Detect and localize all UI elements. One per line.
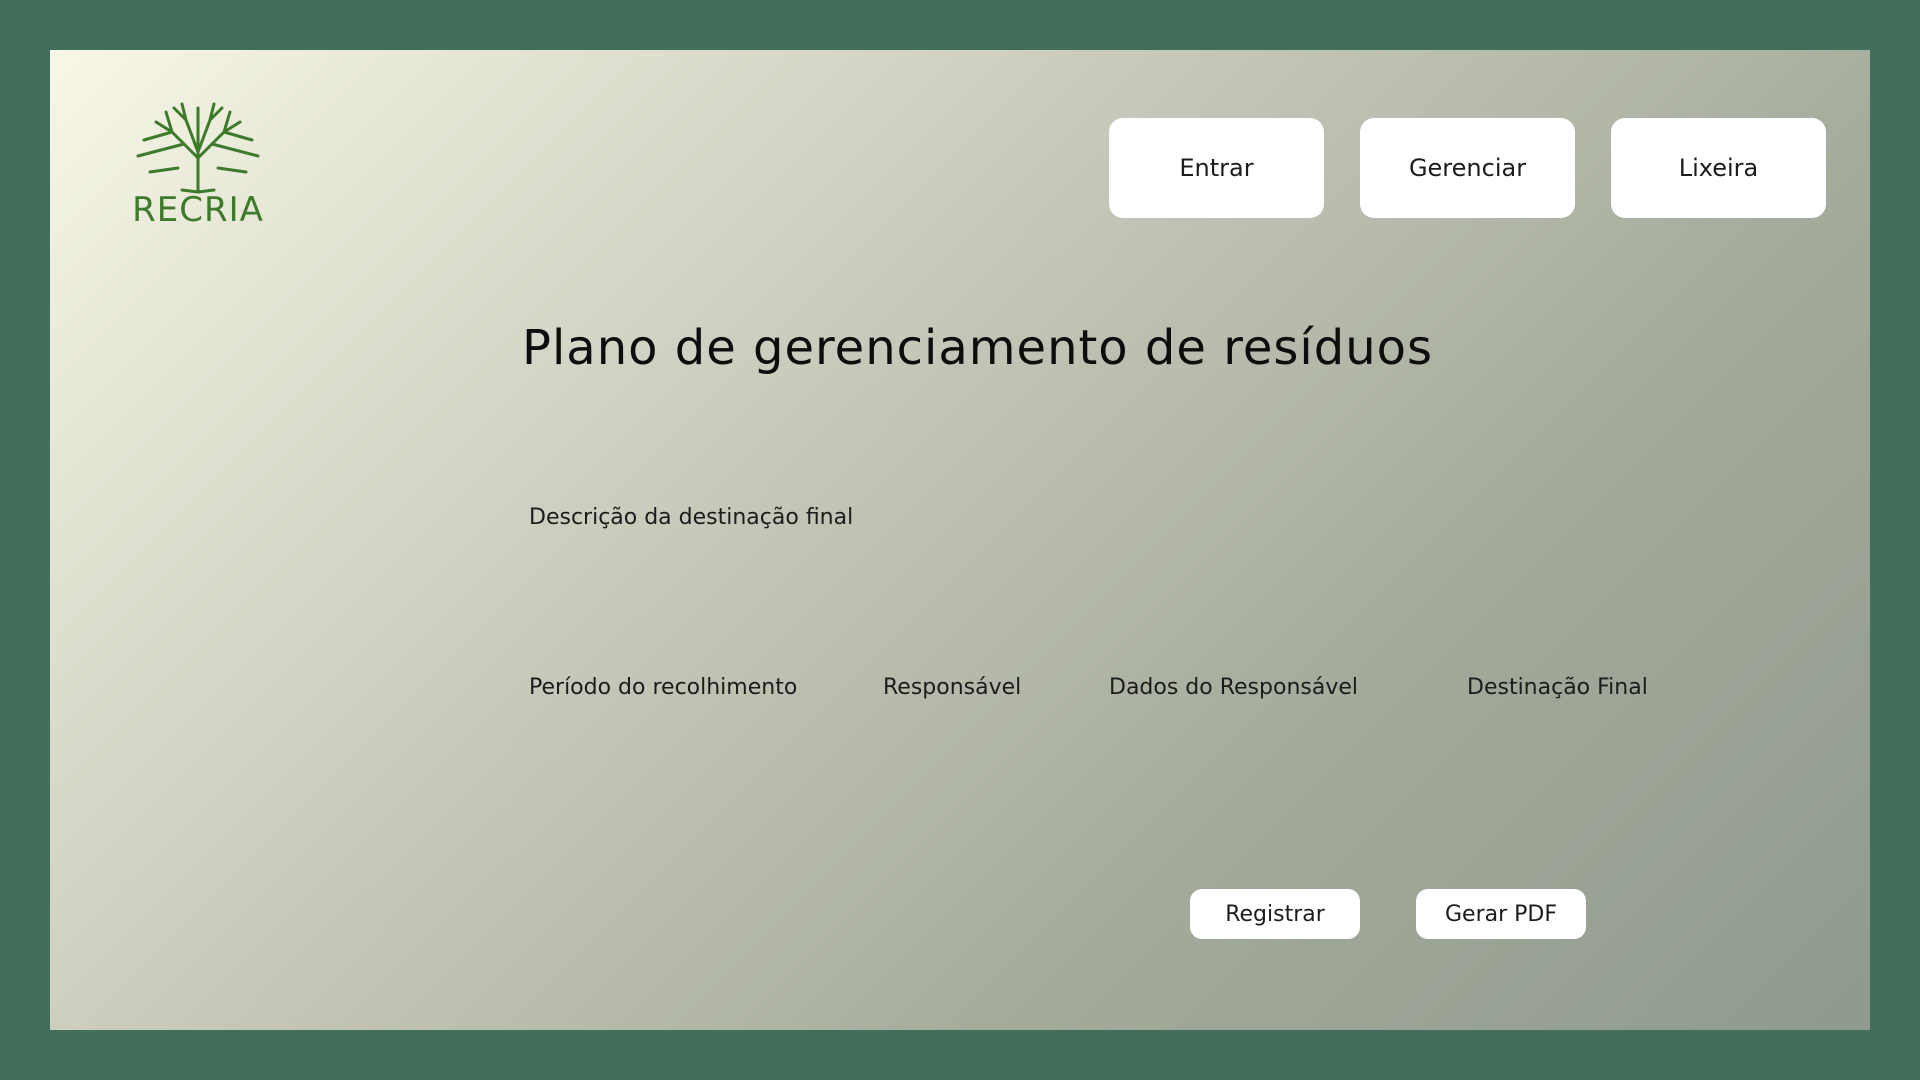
entrar-button[interactable]: Entrar [1109, 118, 1324, 218]
lixeira-button[interactable]: Lixeira [1611, 118, 1826, 218]
recria-logo[interactable]: RECRIA [126, 98, 270, 230]
responsavel-label: Responsável [883, 675, 1022, 700]
logo-text: RECRIA [132, 190, 264, 230]
app-frame: RECRIA Entrar Gerenciar Lixeira Plano de… [50, 50, 1870, 1030]
descricao-destinacao-label: Descrição da destinação final [529, 505, 854, 530]
registrar-button[interactable]: Registrar [1190, 889, 1360, 939]
gerar-pdf-button[interactable]: Gerar PDF [1416, 889, 1586, 939]
dados-responsavel-label: Dados do Responsável [1109, 675, 1358, 700]
periodo-recolhimento-label: Período do recolhimento [529, 675, 798, 700]
page-title: Plano de gerenciamento de resíduos [522, 320, 1434, 376]
destinacao-final-label: Destinação Final [1467, 675, 1648, 700]
gerenciar-button[interactable]: Gerenciar [1360, 118, 1575, 218]
tree-icon [136, 102, 260, 194]
